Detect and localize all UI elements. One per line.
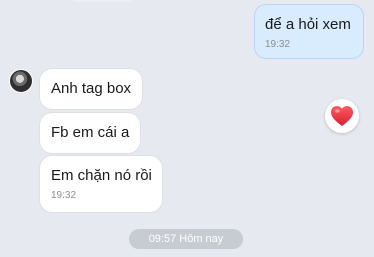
message-text: Fb em cái a [51,124,130,141]
message-time: 19:32 [265,39,291,50]
incoming-message-bubble[interactable]: Em chặn nó rồi 19:32 [40,156,162,212]
date-separator: 09:57 Hôm nay [129,229,243,249]
reaction-button[interactable] [325,99,359,133]
chat-conversation: để a hỏi xem 19:32 Anh tag box Fb em cái… [0,0,374,257]
incoming-message-bubble[interactable]: Fb em cái a [40,113,140,153]
message-text: để a hỏi xem [265,16,351,33]
outgoing-message-bubble[interactable]: để a hỏi xem 19:32 [254,4,364,59]
incoming-message-bubble[interactable]: Anh tag box [40,69,142,109]
message-text: Anh tag box [51,80,132,97]
message-time: 19:32 [51,190,77,201]
heart-icon [331,106,353,126]
previous-message-edge [70,0,134,2]
sender-avatar[interactable] [9,69,33,93]
message-text: Em chặn nó rồi [51,167,152,184]
